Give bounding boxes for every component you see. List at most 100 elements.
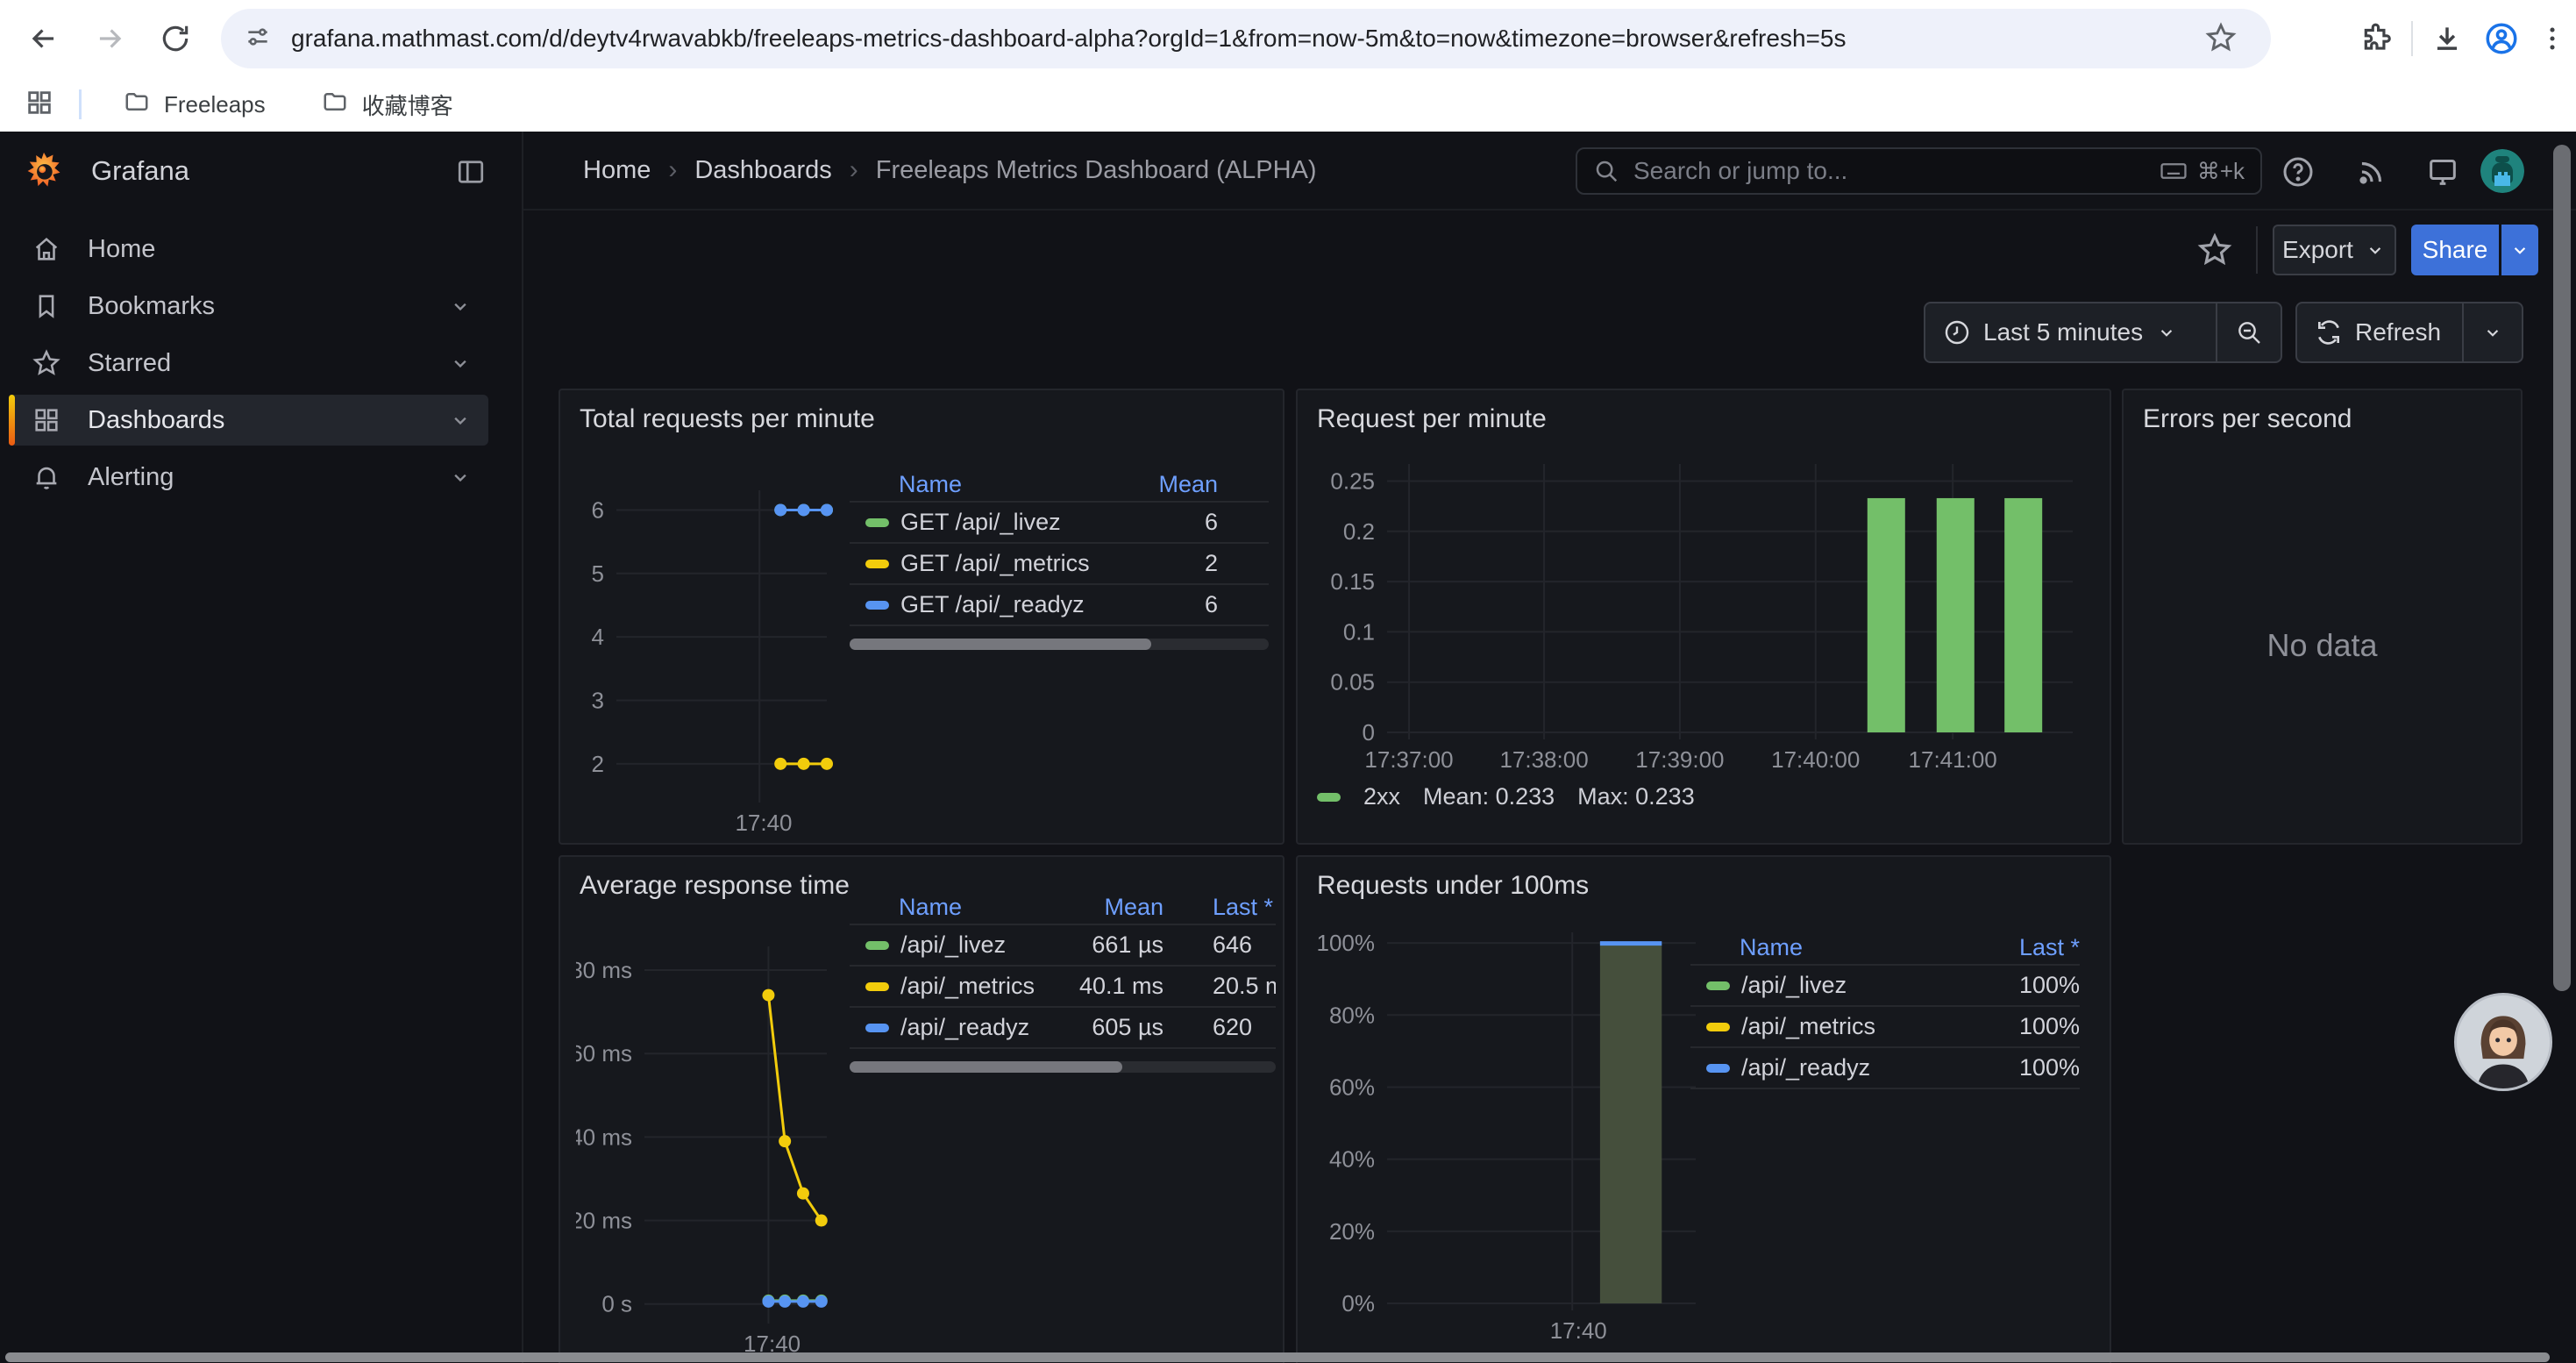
site-info-icon[interactable] <box>244 23 272 55</box>
legend-value: 646 <box>1163 931 1276 959</box>
legend-series-name[interactable]: /api/_livez <box>850 931 1044 959</box>
search-box[interactable]: ⌘+k <box>1576 147 2262 195</box>
panel-title[interactable]: Request per minute <box>1317 404 1547 434</box>
menu-dots-icon[interactable] <box>2529 11 2576 66</box>
search-input[interactable] <box>1633 157 2159 185</box>
requests-under-100ms-chart[interactable]: 100%80%60%40%20%0%17:40 <box>1312 924 1706 1363</box>
legend-series-name[interactable]: /api/_metrics <box>850 973 1044 1000</box>
legend-series-name[interactable]: GET /api/_livez <box>850 509 1142 536</box>
legend-header-cell[interactable]: Mean <box>1142 471 1218 498</box>
share-button[interactable]: Share <box>2411 225 2499 275</box>
legend-series-name[interactable]: /api/_readyz <box>850 1014 1044 1041</box>
series-color-chip <box>865 982 889 991</box>
bookmark-folder-0[interactable]: Freeleaps <box>110 82 280 128</box>
svg-text:17:40:00: 17:40:00 <box>1771 746 1860 773</box>
help-icon[interactable] <box>2277 151 2319 193</box>
no-data-message: No data <box>2124 627 2521 664</box>
sidebar-item-starred[interactable]: Starred <box>9 338 488 389</box>
sidebar-collapse-icon[interactable] <box>455 156 487 192</box>
sidebar-item-dashboards[interactable]: Dashboards <box>9 395 488 446</box>
svg-text:4: 4 <box>592 624 604 650</box>
refresh-interval-button[interactable] <box>2464 303 2522 361</box>
refresh-group: Refresh <box>2295 302 2523 363</box>
sidebar-item-home[interactable]: Home <box>9 224 488 275</box>
svg-text:3: 3 <box>592 687 604 713</box>
profile-icon[interactable] <box>2474 11 2529 66</box>
apps-icon <box>32 405 61 435</box>
legend-header-cell[interactable]: Last * <box>1163 894 1276 921</box>
share-menu-button[interactable] <box>2501 225 2538 275</box>
panel-title[interactable]: Average response time <box>580 871 850 901</box>
legend-header-cell[interactable]: Last * <box>1989 934 2080 961</box>
url-text[interactable]: grafana.mathmast.com/d/deytv4rwavabkb/fr… <box>291 25 2271 53</box>
legend-row: /api/_livez661 µs646 <box>850 925 1276 967</box>
svg-text:17:40: 17:40 <box>735 810 792 836</box>
refresh-button[interactable]: Refresh <box>2297 303 2462 361</box>
legend-value: 6 <box>1142 591 1218 618</box>
legend-row: /api/_readyz100% <box>1690 1048 2080 1089</box>
horizontal-scrollbar[interactable] <box>5 1352 2550 1362</box>
bell-icon <box>32 462 61 492</box>
kiosk-monitor-icon[interactable] <box>2422 151 2464 193</box>
export-button[interactable]: Export <box>2273 225 2396 275</box>
total-requests-legend: NameMeanGET /api/_livez6GET /api/_metric… <box>850 467 1269 650</box>
news-rss-icon[interactable] <box>2351 151 2393 193</box>
svg-text:17:40: 17:40 <box>744 1331 801 1353</box>
svg-text:17:40: 17:40 <box>1550 1317 1607 1344</box>
breadcrumb-home[interactable]: Home <box>583 156 651 185</box>
legend-series-name[interactable]: GET /api/_readyz <box>850 591 1142 618</box>
sidebar-nav: Home Bookmarks Starred Dashboards Alerting <box>9 224 488 509</box>
back-icon[interactable] <box>18 12 70 65</box>
brand-name[interactable]: Grafana <box>91 155 189 187</box>
legend-horizontal-scrollbar[interactable] <box>850 1061 1276 1073</box>
panel-title[interactable]: Total requests per minute <box>580 404 875 434</box>
panel-title[interactable]: Errors per second <box>2143 404 2352 434</box>
apps-grid-icon[interactable] <box>25 88 54 122</box>
sidebar-item-alerting[interactable]: Alerting <box>9 452 488 503</box>
svg-text:17:38:00: 17:38:00 <box>1499 746 1588 773</box>
dashboard-actions-row: Export Share <box>523 211 2576 289</box>
bookmark-star-icon[interactable] <box>2204 21 2238 59</box>
favorite-star-icon[interactable] <box>2196 232 2233 273</box>
series-color-chip <box>865 941 889 950</box>
zoom-out-button[interactable] <box>2217 303 2281 361</box>
time-range-picker[interactable]: Last 5 minutes <box>1925 303 2216 361</box>
legend-header: NameMean <box>850 467 1269 503</box>
legend-series-name[interactable]: /api/_livez <box>1690 972 1989 999</box>
request-per-minute-chart[interactable]: 0.250.20.150.10.05017:37:0017:38:0017:39… <box>1312 459 2097 779</box>
legend-series-name[interactable]: /api/_readyz <box>1690 1054 1989 1081</box>
extensions-icon[interactable] <box>2350 11 2404 66</box>
panel-request-per-minute: Request per minute 0.250.20.150.10.05017… <box>1296 389 2111 845</box>
sidebar-item-bookmarks[interactable]: Bookmarks <box>9 281 488 332</box>
bookmark-folder-1[interactable]: 收藏博客 <box>308 82 467 128</box>
forward-icon[interactable] <box>83 12 136 65</box>
sidebar-item-label: Alerting <box>88 463 174 492</box>
average-response-time-chart[interactable]: 80 ms60 ms40 ms20 ms0 s17:40 <box>576 941 848 1358</box>
panel-title[interactable]: Requests under 100ms <box>1317 871 1589 901</box>
downloads-icon[interactable] <box>2420 11 2474 66</box>
legend-series-name[interactable]: GET /api/_metrics <box>850 550 1142 577</box>
app-header: Home › Dashboards › Freeleaps Metrics Da… <box>523 132 2576 211</box>
legend-horizontal-scrollbar[interactable] <box>850 639 1269 650</box>
legend-series-name[interactable]: 2xx <box>1363 783 1400 810</box>
time-range-label: Last 5 minutes <box>1983 318 2143 346</box>
url-bar[interactable]: grafana.mathmast.com/d/deytv4rwavabkb/fr… <box>221 9 2271 68</box>
user-avatar[interactable] <box>2480 149 2524 193</box>
svg-text:0%: 0% <box>1341 1290 1375 1317</box>
total-requests-chart[interactable]: 6543217:40 <box>576 475 848 847</box>
chevron-down-icon <box>2364 239 2387 261</box>
time-range-group: Last 5 minutes <box>1924 302 2282 363</box>
legend-header-cell[interactable]: Mean <box>1044 894 1163 921</box>
reload-icon[interactable] <box>149 12 202 65</box>
request-per-minute-legend: 2xxMean: 0.233Max: 0.233 <box>1317 783 1695 810</box>
vertical-scrollbar[interactable] <box>2553 145 2571 991</box>
svg-text:20%: 20% <box>1329 1218 1375 1245</box>
legend-header-cell[interactable]: Name <box>850 471 1142 498</box>
assistant-avatar[interactable] <box>2454 993 2552 1091</box>
legend-series-name[interactable]: /api/_metrics <box>1690 1013 1989 1040</box>
legend-header-cell[interactable]: Name <box>850 894 1044 921</box>
legend-row: /api/_livez100% <box>1690 966 2080 1007</box>
legend-header-cell[interactable]: Name <box>1690 934 1989 961</box>
screen: grafana.mathmast.com/d/deytv4rwavabkb/fr… <box>0 0 2576 1363</box>
breadcrumb-dashboards[interactable]: Dashboards <box>694 156 831 185</box>
